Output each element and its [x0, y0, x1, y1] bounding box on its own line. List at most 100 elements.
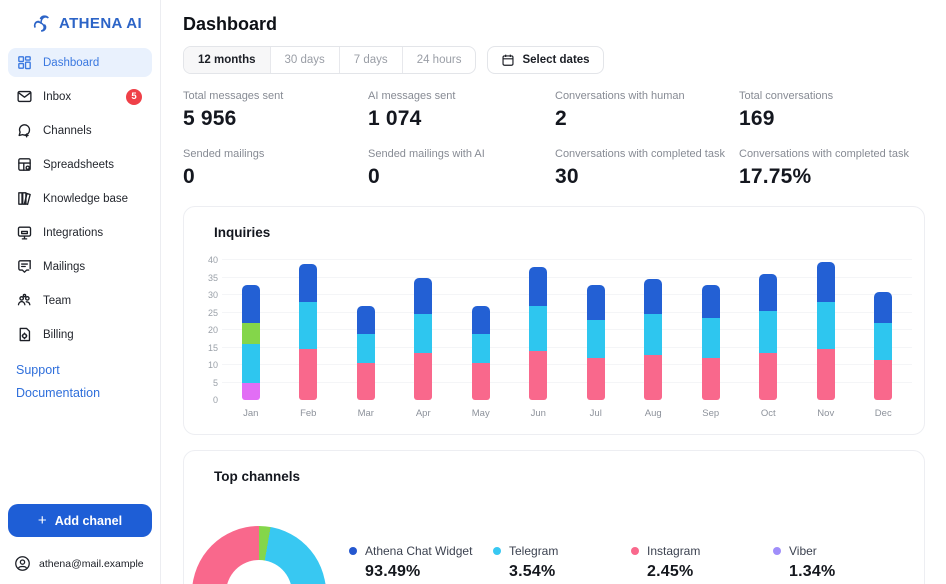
bar-segment-pink [874, 360, 892, 400]
sidebar-link-support[interactable]: Support [16, 363, 152, 377]
integrations-monitor-icon [16, 224, 33, 241]
app-window: ATHENA AI DashboardInbox5ChannelsSpreads… [0, 0, 946, 584]
bar-segment-blue [759, 274, 777, 311]
bar-segment-cyan [529, 306, 547, 352]
calendar-icon [501, 53, 515, 67]
stat-value: 30 [555, 165, 739, 189]
inbox-envelope-icon [16, 88, 33, 105]
sidebar-item-label: Knowledge base [43, 193, 128, 205]
x-axis-label: Aug [645, 408, 662, 419]
legend-percentage: 3.54% [509, 563, 631, 581]
sidebar-item-label: Integrations [43, 227, 103, 239]
sidebar-item-billing[interactable]: Billing [8, 320, 152, 349]
sidebar-item-team[interactable]: Team [8, 286, 152, 315]
y-axis-tick-label: 5 [213, 378, 218, 388]
legend-label: Instagram [647, 544, 700, 558]
bar-segment-green [242, 323, 260, 344]
bar-column-mar[interactable]: Mar [337, 260, 395, 400]
bar-column-jan[interactable]: Jan [222, 260, 280, 400]
time-range-option-7-days[interactable]: 7 days [340, 47, 403, 73]
x-axis-label: Dec [875, 408, 892, 419]
bar-column-sep[interactable]: Sep [682, 260, 740, 400]
x-axis-label: Feb [300, 408, 316, 419]
bar-segment-blue [587, 285, 605, 320]
main-content: Dashboard 12 months30 days7 days24 hours… [161, 0, 946, 584]
user-circle-icon [14, 555, 31, 572]
account-row[interactable]: athena@mail.example [8, 555, 152, 572]
bar-column-may[interactable]: May [452, 260, 510, 400]
sidebar-item-label: Dashboard [43, 57, 99, 69]
inquiries-card: Inquiries 0510152025303540 JanFebMarAprM… [183, 206, 925, 435]
stat-label: Conversations with completed task [739, 148, 925, 160]
bar-column-jun[interactable]: Jun [510, 260, 568, 400]
donut-hole [226, 560, 292, 584]
bar-segment-cyan [414, 314, 432, 353]
sidebar-item-dashboard[interactable]: Dashboard [8, 48, 152, 77]
bar-segment-pink [299, 349, 317, 400]
plus-icon: + [38, 512, 47, 529]
bar-segment-cyan [874, 323, 892, 360]
stat-value: 1 074 [368, 107, 555, 131]
sidebar-bottom: + Add chanel athena@mail.example [8, 504, 152, 572]
add-channel-label: Add chanel [55, 514, 122, 528]
bar-segment-blue [299, 264, 317, 303]
bar-segment-cyan [817, 302, 835, 349]
add-channel-button[interactable]: + Add chanel [8, 504, 152, 537]
legend-label: Telegram [509, 544, 558, 558]
legend-dot-icon [349, 547, 357, 555]
bar-column-feb[interactable]: Feb [280, 260, 338, 400]
account-email: athena@mail.example [39, 558, 144, 570]
x-axis-label: Oct [761, 408, 776, 419]
bar-segment-blue [702, 285, 720, 318]
bar-column-apr[interactable]: Apr [395, 260, 453, 400]
x-axis-label: Jun [531, 408, 546, 419]
y-axis-tick-label: 15 [208, 343, 218, 353]
bar-column-aug[interactable]: Aug [625, 260, 683, 400]
dashboard-grid-icon [16, 54, 33, 71]
stat-value: 5 956 [183, 107, 368, 131]
legend-dot-icon [773, 547, 781, 555]
legend-label: Viber [789, 544, 817, 558]
x-axis-label: Jan [243, 408, 258, 419]
bar-segment-blue [472, 306, 490, 334]
sidebar-item-mailings[interactable]: Mailings [8, 252, 152, 281]
time-range-option-30-days[interactable]: 30 days [271, 47, 340, 73]
top-channels-card: Top channels Athena Chat Widget93.49%Tel… [183, 450, 925, 584]
channels-legend: Athena Chat Widget93.49%Telegram3.54%Ins… [349, 544, 893, 584]
legend-percentage: 1.34% [789, 563, 893, 581]
x-axis-label: Nov [817, 408, 834, 419]
x-axis-label: May [472, 408, 490, 419]
sidebar-item-spreadsheets[interactable]: Spreadsheets [8, 150, 152, 179]
bar-column-jul[interactable]: Jul [567, 260, 625, 400]
stat-card: Conversations with completed task17.75% [739, 148, 925, 189]
y-axis-tick-label: 20 [208, 325, 218, 335]
bar-segment-pink [817, 349, 835, 400]
bar-column-dec[interactable]: Dec [855, 260, 913, 400]
sidebar-link-documentation[interactable]: Documentation [16, 386, 152, 400]
bar-column-nov[interactable]: Nov [797, 260, 855, 400]
x-axis-label: Apr [416, 408, 431, 419]
sidebar-item-knowledge-base[interactable]: Knowledge base [8, 184, 152, 213]
sidebar-item-label: Team [43, 295, 71, 307]
time-range-option-24-hours[interactable]: 24 hours [403, 47, 476, 73]
sidebar-item-label: Spreadsheets [43, 159, 114, 171]
y-axis-tick-label: 35 [208, 273, 218, 283]
legend-dot-icon [493, 547, 501, 555]
stat-label: Sended mailings with AI [368, 148, 555, 160]
bar-column-oct[interactable]: Oct [740, 260, 798, 400]
stat-value: 0 [183, 165, 368, 189]
sidebar-item-inbox[interactable]: Inbox5 [8, 82, 152, 111]
knowledge-base-books-icon [16, 190, 33, 207]
filter-row: 12 months30 days7 days24 hours Select da… [183, 46, 925, 74]
channels-donut-chart [192, 526, 326, 584]
bar-segment-blue [874, 292, 892, 324]
select-dates-button[interactable]: Select dates [487, 46, 603, 74]
legend-dot-icon [631, 547, 639, 555]
sidebar-item-label: Channels [43, 125, 92, 137]
bar-segment-pink [529, 351, 547, 400]
sidebar-item-integrations[interactable]: Integrations [8, 218, 152, 247]
sidebar-item-channels[interactable]: Channels [8, 116, 152, 145]
stat-label: Sended mailings [183, 148, 368, 160]
time-range-option-12-months[interactable]: 12 months [184, 47, 271, 73]
x-axis-label: Jul [590, 408, 602, 419]
